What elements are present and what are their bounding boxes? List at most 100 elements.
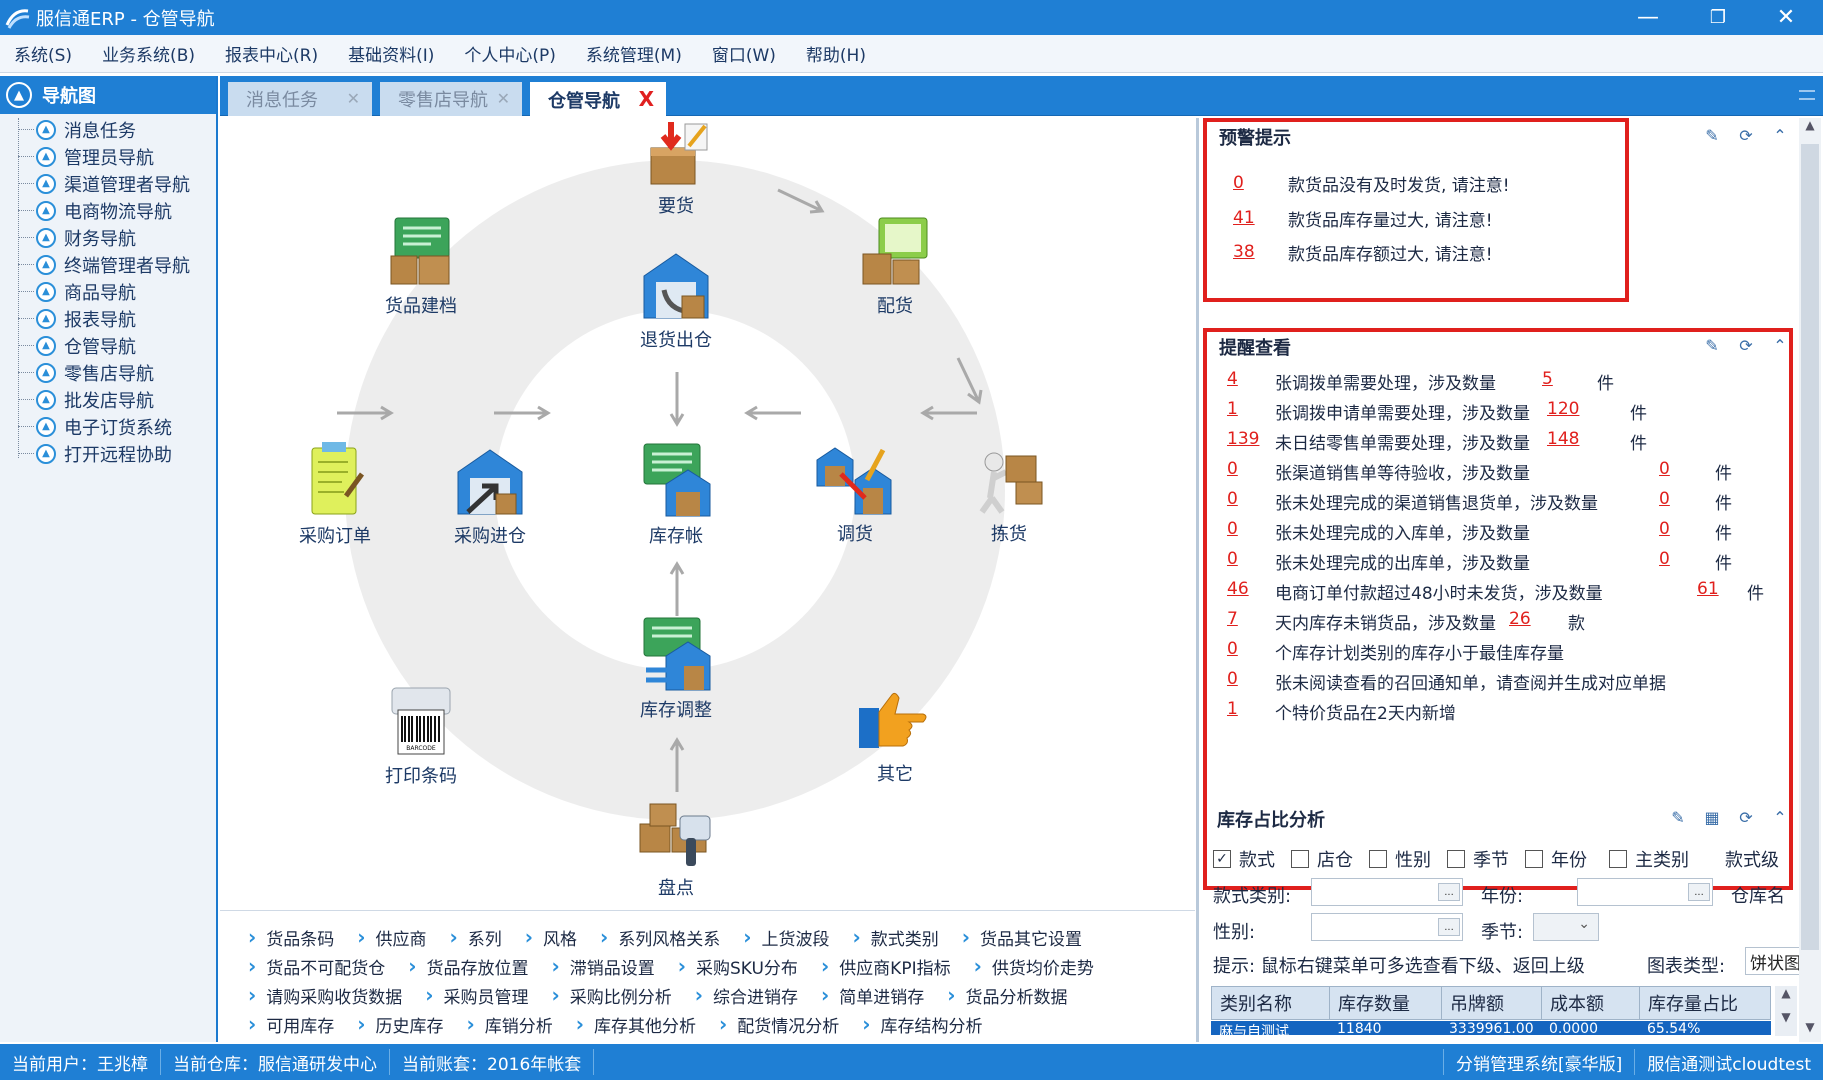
sidebar-item-channel[interactable]: ▲ 渠道管理者导航	[0, 170, 216, 197]
link-launch-wave[interactable]: 上货波段	[743, 923, 830, 951]
node-tuihuochucang[interactable]: 退货出仓	[616, 246, 736, 352]
panel-scrollbar[interactable]: ▲ ▼	[1799, 118, 1821, 1042]
close-window-button[interactable]: ✕	[1756, 0, 1816, 35]
sidebar-item-eorder[interactable]: ▲ 电子订货系统	[0, 413, 216, 440]
sidebar-item-goods[interactable]: ▲ 商品导航	[0, 278, 216, 305]
scroll-down-icon[interactable]: ▼	[1799, 1020, 1821, 1034]
reminder-quantity[interactable]: 120	[1547, 399, 1579, 419]
warning-count[interactable]: 0	[1233, 173, 1288, 193]
link-goods-other-settings[interactable]: 货品其它设置	[962, 923, 1082, 951]
node-jianhuo[interactable]: 拣货	[949, 442, 1069, 546]
chart-type-select[interactable]: 饼状图	[1745, 947, 1805, 975]
link-purchase-ratio[interactable]: 采购比例分析	[552, 981, 672, 1009]
menu-system[interactable]: 系统(S)	[14, 41, 72, 66]
link-supplier[interactable]: 供应商	[357, 923, 427, 951]
link-purchase-receipt-data[interactable]: 请购采购收货数据	[248, 981, 402, 1009]
link-simple-psi[interactable]: 简单进销存	[821, 981, 924, 1009]
node-caigoudingdan[interactable]: 采购订单	[275, 440, 395, 548]
collapse-icon[interactable]: ⌃	[1769, 334, 1791, 356]
sidebar-item-terminal[interactable]: ▲ 终端管理者导航	[0, 251, 216, 278]
reminder-quantity[interactable]: 26	[1509, 609, 1531, 629]
analysis-grid-row[interactable]: 麻与自测试 11840 3339961.00 0.0000 65.54%	[1211, 1021, 1771, 1035]
col-cost-amount[interactable]: 成本额	[1542, 987, 1640, 1019]
reminder-quantity[interactable]: 0	[1659, 519, 1670, 539]
reminder-quantity[interactable]: 5	[1542, 369, 1553, 389]
check-store[interactable]: 店仓	[1291, 846, 1353, 872]
reminder-row[interactable]: 1 个特价货品在2天内新增	[1227, 695, 1787, 725]
sidebar-item-retail[interactable]: ▲ 零售店导航	[0, 359, 216, 386]
tab-close-icon[interactable]: ✕	[497, 89, 510, 108]
reminder-row[interactable]: 4 张调拨单需要处理，涉及数量 5 件	[1227, 365, 1787, 395]
node-diaohuo[interactable]: 调货	[795, 440, 915, 546]
style-category-field[interactable]: ...	[1311, 878, 1463, 906]
reminder-row[interactable]: 0 张未阅读查看的召回通知单，请查阅并生成对应单据	[1227, 665, 1787, 695]
tab-warehouse-nav[interactable]: 仓管导航 X	[530, 82, 666, 117]
minimize-button[interactable]: —	[1618, 0, 1678, 35]
gender-field[interactable]: ...	[1311, 913, 1463, 941]
tab-close-icon[interactable]: X	[639, 87, 654, 111]
sidebar-item-messages[interactable]: ▲ 消息任务	[0, 116, 216, 143]
link-goods-barcode[interactable]: 货品条码	[248, 923, 334, 951]
node-pandian[interactable]: 盘点	[616, 798, 736, 900]
sidebar-item-finance[interactable]: ▲ 财务导航	[0, 224, 216, 251]
reminder-quantity[interactable]: 0	[1659, 489, 1670, 509]
reminder-quantity[interactable]: 0	[1659, 549, 1670, 569]
refresh-icon[interactable]: ⟳	[1735, 124, 1757, 146]
menu-help[interactable]: 帮助(H)	[806, 41, 866, 66]
reminder-count[interactable]: 0	[1227, 639, 1238, 659]
link-style[interactable]: 风格	[525, 923, 577, 951]
node-kucuntiaozheng[interactable]: 库存调整	[616, 614, 736, 722]
warning-count[interactable]: 41	[1233, 208, 1288, 228]
sidebar-item-remote-assist[interactable]: ▲ 打开远程协助	[0, 440, 216, 467]
reminder-row[interactable]: 1 张调拨申请单需要处理，涉及数量 120 件	[1227, 395, 1787, 425]
sidebar-item-wholesale[interactable]: ▲ 批发店导航	[0, 386, 216, 413]
reminder-row[interactable]: 7 天内库存未销货品，涉及数量 26 款	[1227, 605, 1787, 635]
menu-business[interactable]: 业务系统(B)	[102, 41, 195, 66]
link-no-distribution-warehouse[interactable]: 货品不可配货仓	[248, 952, 385, 980]
collapse-icon[interactable]: ⌃	[1769, 806, 1791, 828]
link-buyer-management[interactable]: 采购员管理	[425, 981, 529, 1009]
link-full-psi[interactable]: 综合进销存	[695, 981, 798, 1009]
link-stock-other[interactable]: 库存其他分析	[576, 1010, 696, 1038]
col-category-name[interactable]: 类别名称	[1212, 987, 1330, 1019]
ellipsis-button[interactable]: ...	[1438, 918, 1460, 936]
reminder-row[interactable]: 0 个库存计划类别的库存小于最佳库存量	[1227, 635, 1787, 665]
reminder-count[interactable]: 0	[1227, 459, 1238, 479]
link-supplier-kpi[interactable]: 供应商KPI指标	[821, 952, 950, 980]
refresh-icon[interactable]: ⟳	[1735, 806, 1757, 828]
link-history-stock[interactable]: 历史库存	[357, 1010, 444, 1038]
check-style[interactable]: ✓ 款式	[1213, 846, 1275, 872]
menu-personal[interactable]: 个人中心(P)	[464, 41, 556, 66]
edit-icon[interactable]: ✎	[1667, 806, 1689, 828]
checkbox[interactable]	[1369, 850, 1387, 868]
check-year[interactable]: 年份	[1525, 846, 1587, 872]
node-caigoujincang[interactable]: 采购进仓	[430, 442, 550, 548]
checkbox[interactable]	[1525, 850, 1543, 868]
link-storage-location[interactable]: 货品存放位置	[408, 952, 529, 980]
col-stock-qty[interactable]: 库存数量	[1330, 987, 1442, 1019]
checkbox[interactable]	[1291, 850, 1309, 868]
reminder-quantity[interactable]: 148	[1547, 429, 1579, 449]
link-stock-structure[interactable]: 库存结构分析	[862, 1010, 983, 1038]
season-select[interactable]: ⌄	[1533, 913, 1599, 941]
sidebar-header[interactable]: ▲ 导航图	[0, 76, 216, 114]
node-dayintiaoma[interactable]: BARCODE 打印条码	[361, 682, 481, 788]
sidebar-item-admin[interactable]: ▲ 管理员导航	[0, 143, 216, 170]
link-style-category[interactable]: 款式类别	[853, 923, 939, 951]
col-stock-ratio[interactable]: 库存量占比	[1640, 987, 1770, 1019]
reminder-quantity[interactable]: 61	[1697, 579, 1719, 599]
checkbox[interactable]	[1609, 850, 1627, 868]
reminder-row[interactable]: 46 电商订单付款超过48小时未发货，涉及数量 61 件	[1227, 575, 1787, 605]
col-tag-amount[interactable]: 吊牌额	[1442, 987, 1542, 1019]
link-supply-price-trend[interactable]: 供货均价走势	[974, 952, 1094, 980]
link-distribution-analysis[interactable]: 配货情况分析	[719, 1010, 839, 1038]
node-yaohuo[interactable]: 要货	[616, 120, 736, 218]
link-series[interactable]: 系列	[450, 923, 502, 951]
warning-row[interactable]: 41 款货品库存量过大, 请注意!	[1233, 203, 1493, 233]
reminder-row[interactable]: 0 张渠道销售单等待验收，涉及数量 0 件	[1227, 455, 1787, 485]
edit-icon[interactable]: ✎	[1701, 334, 1723, 356]
warning-count[interactable]: 38	[1233, 242, 1288, 262]
check-season[interactable]: 季节	[1447, 846, 1509, 872]
check-main-category[interactable]: 主类别	[1609, 846, 1689, 872]
reminder-count[interactable]: 0	[1227, 549, 1238, 569]
